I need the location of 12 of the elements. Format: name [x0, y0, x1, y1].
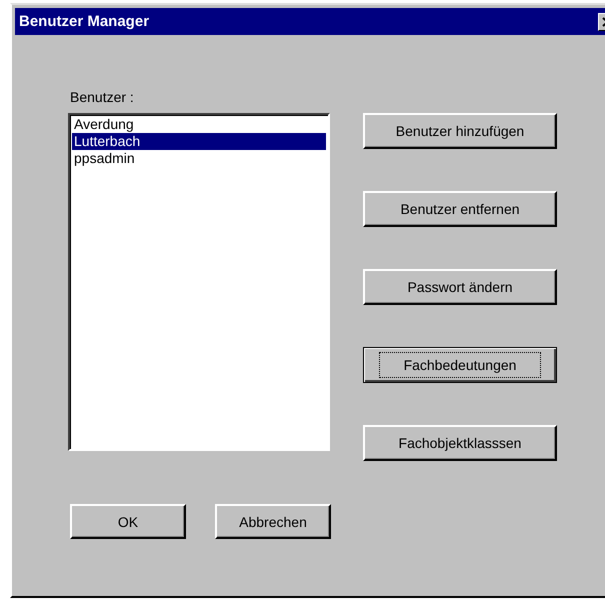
- user-list-item[interactable]: Lutterbach: [72, 133, 326, 150]
- action-button[interactable]: Fachbedeutungen: [363, 347, 557, 383]
- action-button[interactable]: Passwort ändern: [363, 269, 557, 305]
- action-button[interactable]: Benutzer hinzufügen: [363, 113, 557, 149]
- action-button[interactable]: Fachobjektklasssen: [363, 425, 557, 461]
- action-button[interactable]: Benutzer entfernen: [363, 191, 557, 227]
- dialog-button[interactable]: Abbrechen: [215, 504, 331, 539]
- window-title: Benutzer Manager: [19, 13, 150, 30]
- dialog-button[interactable]: OK: [70, 504, 186, 539]
- user-list-item[interactable]: Averdung: [72, 116, 326, 133]
- users-label: Benutzer :: [69, 89, 135, 105]
- user-list-item[interactable]: ppsadmin: [72, 150, 326, 167]
